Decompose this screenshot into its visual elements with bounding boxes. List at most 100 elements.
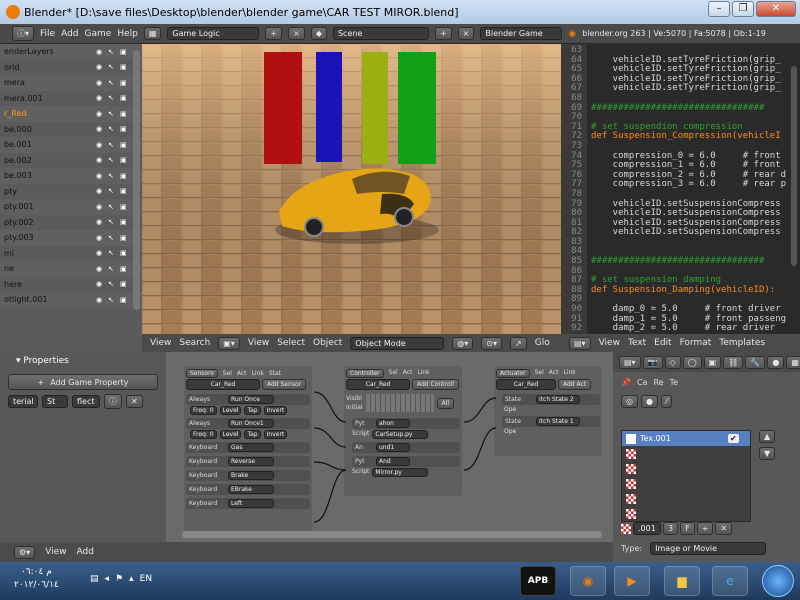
sensor-brick[interactable]: Keyboard Gas xyxy=(186,442,310,453)
move-slot-up-button[interactable]: ▲ xyxy=(759,430,776,443)
viewport-menu-view[interactable]: View xyxy=(248,338,269,348)
eye-icon[interactable]: ◉ xyxy=(96,48,104,56)
camera-render-icon[interactable]: ▣ xyxy=(120,156,128,164)
menu-help[interactable]: Help xyxy=(117,29,138,39)
viewport-menu-select[interactable]: Select xyxy=(277,338,305,348)
outliner-row[interactable]: pty.001 ◉ ↖ ▣ xyxy=(0,199,142,215)
object-tab-icon[interactable]: ▣ xyxy=(703,355,722,369)
controller-brick[interactable]: Pyt ahon xyxy=(352,418,460,429)
world-texture-tab[interactable]: ◎ xyxy=(621,395,638,408)
scene-tab-icon[interactable]: ◇ xyxy=(664,355,681,369)
code-line[interactable]: 88 def Suspension_Damping(vehicleID): xyxy=(561,285,800,296)
eye-icon[interactable]: ◉ xyxy=(96,203,104,211)
code-line[interactable]: 85 ################################ xyxy=(561,256,800,267)
camera-render-icon[interactable]: ▣ xyxy=(120,280,128,288)
input-language-indicator[interactable]: EN xyxy=(140,574,152,584)
sensor-brick[interactable]: Keyboard Brake xyxy=(186,470,310,481)
controller-type[interactable]: Pyt xyxy=(355,420,373,427)
code-line[interactable]: 77 compression_3 = 6.0 # rear p xyxy=(561,180,800,190)
logic-menu-add[interactable]: Add xyxy=(77,547,94,557)
texture-slot[interactable] xyxy=(622,476,750,491)
eye-icon[interactable]: ◉ xyxy=(96,218,104,226)
state-grid[interactable] xyxy=(365,394,434,412)
eye-icon[interactable]: ◉ xyxy=(96,94,104,102)
sensor-name[interactable]: Gas xyxy=(228,443,274,452)
add-game-property-button[interactable]: + Add Game Property xyxy=(8,374,158,390)
text-editor-scrollbar[interactable] xyxy=(791,66,797,266)
brush-texture-tab[interactable]: ⁄ xyxy=(660,395,673,408)
camera-render-icon[interactable]: ▣ xyxy=(120,48,128,56)
texture-type-select[interactable]: Image or Movie xyxy=(650,542,767,555)
controllers-sel-toggle[interactable]: Sel xyxy=(389,369,398,378)
taskbar-explorer-app[interactable]: ▆ xyxy=(664,566,700,596)
windows-start-button[interactable] xyxy=(762,565,794,597)
state-all-button[interactable]: All xyxy=(436,397,455,409)
sensors-stat-toggle[interactable]: Stat xyxy=(269,370,281,377)
freq-field[interactable]: Freq: 0 xyxy=(190,406,217,415)
sensor-brick[interactable]: Always Run Once1 xyxy=(186,418,310,429)
material-texture-tab[interactable]: ● xyxy=(640,395,658,408)
camera-render-icon[interactable]: ▣ xyxy=(120,125,128,133)
sensor-name[interactable]: EBrake xyxy=(228,485,274,494)
move-slot-down-button[interactable]: ▼ xyxy=(759,447,776,460)
cursor-icon[interactable]: ↖ xyxy=(108,141,116,149)
level-toggle[interactable]: Level xyxy=(219,430,242,439)
controller-brick[interactable]: Pyt And xyxy=(352,456,460,467)
text-menu-templates[interactable]: Templates xyxy=(719,338,765,348)
sensor-brick[interactable]: Keyboard Left xyxy=(186,498,310,509)
pivot-point-icon[interactable]: ⊙▾ xyxy=(481,336,503,350)
camera-render-icon[interactable]: ▣ xyxy=(120,172,128,180)
taskbar-apb-app[interactable]: APB xyxy=(520,566,556,596)
logic-editor[interactable]: Sensors Sel Act Link Stat Car_Red Add Se… xyxy=(166,352,613,542)
eye-icon[interactable]: ◉ xyxy=(96,172,104,180)
add-sensor-button[interactable]: Add Sensor xyxy=(262,379,307,390)
eye-icon[interactable]: ◉ xyxy=(96,125,104,133)
texture-slot[interactable] xyxy=(622,461,750,476)
remove-scene-button[interactable]: × xyxy=(457,27,475,40)
remove-property-button[interactable]: ✕ xyxy=(126,395,143,408)
actuator-type[interactable]: State xyxy=(505,396,533,403)
texture-slot[interactable] xyxy=(622,491,750,506)
texture-slot[interactable] xyxy=(622,446,750,461)
render-tab-icon[interactable]: 📷 xyxy=(642,355,663,369)
actuator-brick[interactable]: State itch State 1 xyxy=(502,416,600,427)
outliner-row[interactable]: be.002 ◉ ↖ ▣ xyxy=(0,153,142,169)
freq-field[interactable]: Freq: 0 xyxy=(190,430,217,439)
controller-name[interactable]: und1 xyxy=(376,443,410,452)
controller-name[interactable]: ahon xyxy=(376,419,410,428)
actuator-brick[interactable]: State itch State 2 xyxy=(502,394,600,405)
cursor-icon[interactable]: ↖ xyxy=(108,156,116,164)
manipulator-icon[interactable]: ↗ xyxy=(510,336,527,350)
taskbar-date[interactable]: ٢٠١٢/٠٦/١٤ xyxy=(14,579,59,592)
3d-viewport[interactable] xyxy=(142,44,561,334)
actuators-header[interactable]: Actuator xyxy=(496,369,530,378)
pin-icon[interactable]: 📌 xyxy=(621,378,631,387)
properties-header[interactable]: ▾ Properties xyxy=(0,352,166,370)
camera-render-icon[interactable]: ▣ xyxy=(120,249,128,257)
modifiers-tab-icon[interactable]: 🔧 xyxy=(745,355,766,369)
texture-slot-list[interactable]: Tex.001 ✔ xyxy=(621,430,751,522)
level-toggle[interactable]: Level xyxy=(219,406,242,415)
unlink-texture-button[interactable]: ✕ xyxy=(715,522,733,535)
render-engine-select[interactable]: Blender Game xyxy=(480,27,563,40)
camera-render-icon[interactable]: ▣ xyxy=(120,203,128,211)
code-line[interactable]: 69 ################################ xyxy=(561,103,800,114)
sensors-header[interactable]: Sensors xyxy=(186,369,218,378)
cursor-icon[interactable]: ↖ xyxy=(108,265,116,273)
editor-type-text-button[interactable]: ▤▾ xyxy=(569,336,591,350)
sensor-name[interactable]: Run Once1 xyxy=(228,419,274,428)
outliner-row[interactable]: ne ◉ ↖ ▣ xyxy=(0,261,142,277)
text-menu-view[interactable]: View xyxy=(599,338,620,348)
text-menu-edit[interactable]: Edit xyxy=(654,338,671,348)
camera-render-icon[interactable]: ▣ xyxy=(120,110,128,118)
sensor-name[interactable]: Run Once xyxy=(228,395,274,404)
add-actuator-button[interactable]: Add Act xyxy=(558,379,592,390)
cursor-icon[interactable]: ↖ xyxy=(108,249,116,257)
sensor-type[interactable]: Keyboard xyxy=(189,472,225,479)
text-editor[interactable]: 63 64 vehicleID.setTyreFriction(grip_ 65 v… xyxy=(561,44,800,334)
sensor-name[interactable]: Brake xyxy=(228,471,274,480)
logic-menu-view[interactable]: View xyxy=(45,547,66,557)
outliner-menu-search[interactable]: Search xyxy=(179,338,210,348)
outliner-row[interactable]: be.001 ◉ ↖ ▣ xyxy=(0,137,142,153)
cursor-icon[interactable]: ↖ xyxy=(108,79,116,87)
